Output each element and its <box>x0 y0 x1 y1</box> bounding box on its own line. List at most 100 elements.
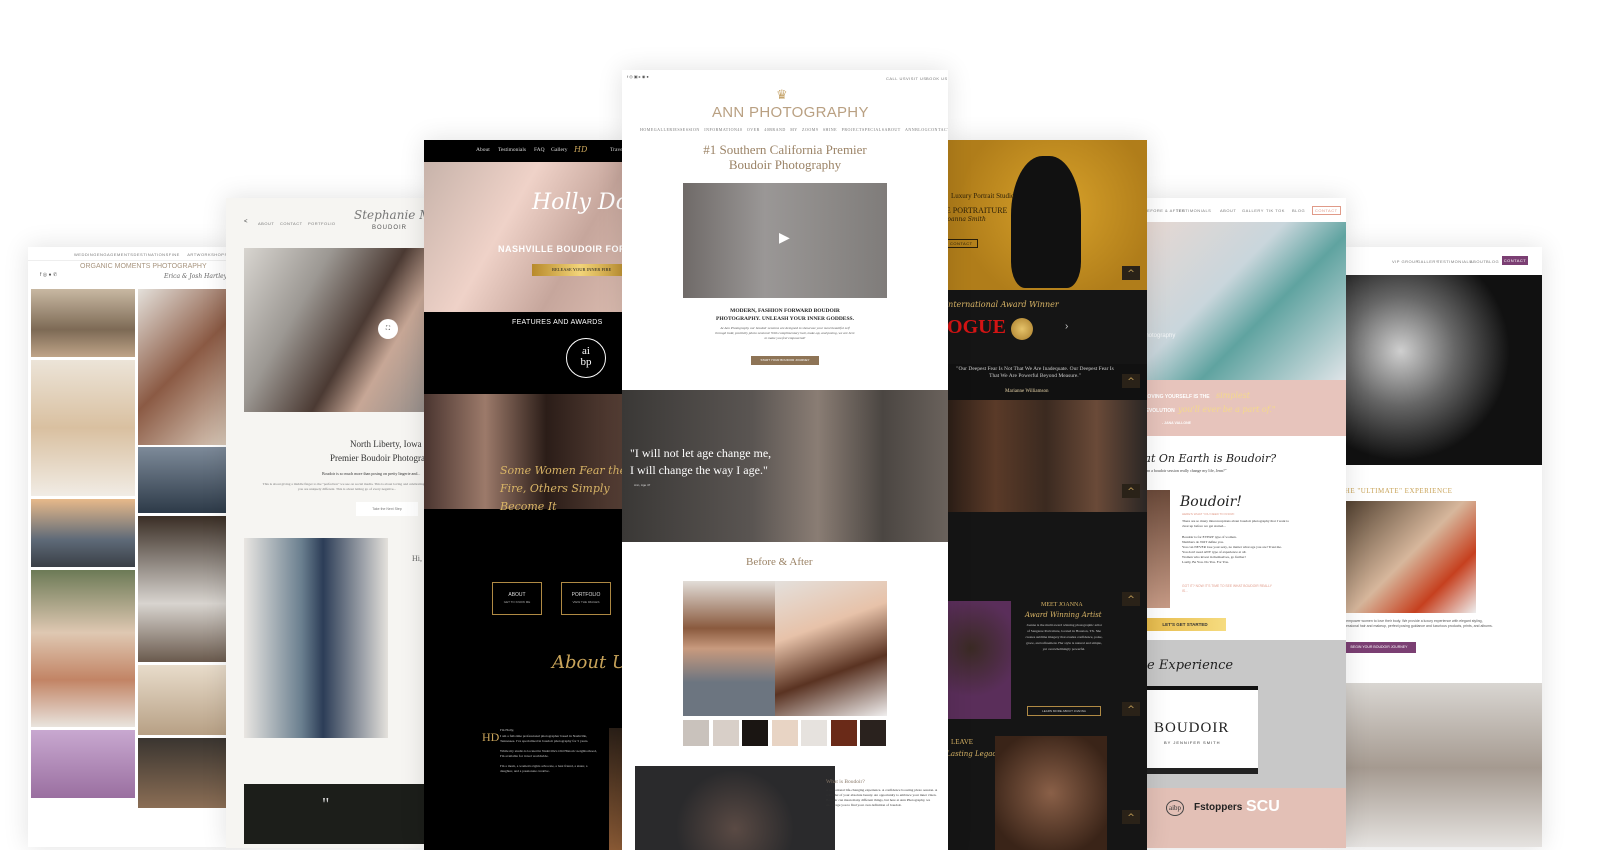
learn-more-button[interactable]: LEARN MORE ABOUT JOANNA <box>1027 706 1101 716</box>
nav-about[interactable]: ABOUT <box>258 221 274 226</box>
site1-nav-item-0[interactable]: WEDDING <box>74 252 97 257</box>
contact-button[interactable]: CONTACT <box>945 239 978 248</box>
photo-beach-walk <box>138 665 226 735</box>
nav-about[interactable]: ABOUT <box>1220 208 1236 213</box>
site-preview-jennifer-smith[interactable]: BEFORE & AFTER TESTIMONIALS ABOUT GALLER… <box>1140 198 1346 848</box>
main-nav[interactable]: HOMEGALLERIESSESSION INFORMATION40 OVER … <box>640 127 948 132</box>
hero-button[interactable]: RELEASE YOUR INNER FIRE <box>532 264 628 276</box>
scroll-up-icon[interactable]: ^ <box>1122 484 1140 498</box>
hero-logo: Holly Douglas Boudoir <box>532 190 628 215</box>
nav-testimonials[interactable]: Testimonials <box>498 147 526 153</box>
monogram: HD <box>482 730 500 744</box>
portfolio-button[interactable]: PORTFOLIO VIEW THE IMAGES <box>561 582 611 615</box>
page-title: #1 Southern California Premier Boudoir P… <box>622 142 948 172</box>
site-preview-holly-douglas[interactable]: About Testimonials FAQ Gallery HD Travel… <box>424 140 628 850</box>
meet-script: Award Winning Artist <box>1025 611 1102 619</box>
about-button[interactable]: ABOUT GET TO KNOW ME <box>492 582 542 615</box>
site-preview-ann-photography[interactable]: f ◎ ▣ ▸ ◉ ● CALL US VISIT US BOOK US ♛ A… <box>622 70 948 850</box>
scroll-up-icon[interactable]: ^ <box>1122 702 1140 716</box>
expand-icon[interactable]: ⛶ <box>378 319 398 339</box>
site4-nav-item-9[interactable]: CONTACT <box>928 127 948 132</box>
site1-nav-item-4[interactable]: WORKSHOPS <box>197 252 228 257</box>
nav-tiktok[interactable]: TIK TOK <box>1266 208 1285 213</box>
photo-couple-dark <box>138 738 226 808</box>
before-after-thumbnail[interactable] <box>683 720 709 746</box>
share-icon[interactable]: < <box>244 219 248 225</box>
social-icons[interactable]: f ◎ ▣ ▸ ◉ ● <box>627 74 649 79</box>
nav-about[interactable]: About <box>476 147 490 153</box>
site1-nav-item-3[interactable]: FINE ART <box>169 252 197 257</box>
legacy-photo <box>995 736 1107 850</box>
site7-nav-about[interactable]: ABOUT <box>1470 259 1486 264</box>
before-after-thumbnail[interactable] <box>771 720 798 746</box>
site-preview-stephanie-marie[interactable]: < ABOUT CONTACT PORTFOLIO Stephanie Mari… <box>226 198 436 848</box>
site7-contact-button[interactable]: CONTACT <box>1502 256 1528 265</box>
watermark: photography <box>1142 333 1176 339</box>
site7-nav-blog[interactable]: BLOG <box>1486 259 1499 264</box>
nav-logo[interactable]: HD <box>574 145 587 154</box>
visit-us-link[interactable]: VISIT US <box>906 76 927 81</box>
nav-contact[interactable]: CONTACT <box>1312 206 1341 215</box>
what-title: What On Earth is Boudoir? <box>1140 452 1277 465</box>
meet-body: Joanna is the multi award winning photog… <box>1025 623 1103 651</box>
site4-nav-item-6[interactable]: SPECIALS <box>862 127 884 132</box>
site1-nav: WEDDINGENGAGEMENTSDESTINATIONSFINE ARTWO… <box>28 247 238 261</box>
site-preview-sangaree[interactable]: Luxury Portrait Studio FINE PORTRAITURE … <box>945 140 1147 850</box>
site7-nav-testimonials[interactable]: TESTIMONIALS <box>1437 259 1472 264</box>
begin-journey-button[interactable]: BEGIN YOUR BOUDOIR JOURNEY <box>1342 642 1416 653</box>
scroll-up-icon[interactable]: ^ <box>1122 374 1140 388</box>
site4-nav-item-8[interactable]: BLOG <box>915 127 928 132</box>
start-journey-button[interactable]: START YOUR BOUDOIR JOURNEY <box>751 356 819 365</box>
site4-nav-item-4[interactable]: BRAND MY ZOOM <box>769 127 816 132</box>
site4-nav-item-0[interactable]: HOME <box>640 127 654 132</box>
photo-beach-couple <box>31 289 135 357</box>
play-icon[interactable]: ▶ <box>779 230 790 246</box>
nav-contact[interactable]: CONTACT <box>280 221 303 226</box>
crown-logo-icon: ♛ <box>776 87 788 102</box>
call-us-link[interactable]: CALL US <box>886 76 906 81</box>
social-icons[interactable]: f ◎ ● ✆ <box>40 272 57 278</box>
nav-blog[interactable]: BLOG <box>1292 208 1305 213</box>
nav-faq[interactable]: FAQ <box>534 147 545 153</box>
next-step-button[interactable]: Take the Next Step <box>356 502 418 516</box>
site-preview-organic-moments[interactable]: WEDDINGENGAGEMENTSDESTINATIONSFINE ARTWO… <box>28 247 238 847</box>
site1-nav-item-1[interactable]: ENGAGEMENTS <box>97 252 134 257</box>
before-after-thumbnail[interactable] <box>860 720 886 746</box>
site-preview-ultimate-experience[interactable]: VIP GROUP GALLERY TESTIMONIALS ABOUT BLO… <box>1340 247 1542 847</box>
before-after-thumbnail[interactable] <box>742 720 768 746</box>
experience-video[interactable] <box>1340 501 1476 613</box>
scroll-up-icon[interactable]: ^ <box>1122 592 1140 606</box>
site4-nav-item-7[interactable]: ABOUT ANN <box>884 127 915 132</box>
aibp-badge[interactable]: ai bp <box>566 338 606 378</box>
scroll-up-icon[interactable]: ^ <box>1122 810 1140 824</box>
scroll-up-icon[interactable]: ^ <box>1122 266 1140 280</box>
title-line: #1 Southern California Premier <box>703 142 867 157</box>
nav-gallery[interactable]: Gallery <box>551 147 568 153</box>
nav-testimonials[interactable]: TESTIMONIALS <box>1176 208 1211 213</box>
site4-nav-item-2[interactable]: SESSION INFORMATION <box>680 127 737 132</box>
before-after-thumbnail[interactable] <box>712 720 739 746</box>
after-photo[interactable] <box>775 581 887 716</box>
what-sub: "Can a boudoir session really change my … <box>1142 468 1227 473</box>
get-started-button[interactable]: LET'S GET STARTED <box>1144 618 1226 631</box>
site7-nav-vip[interactable]: VIP GROUP <box>1392 259 1419 264</box>
book-us-link[interactable]: BOOK US <box>926 76 948 81</box>
nav-portfolio[interactable]: PORTFOLIO <box>308 221 336 226</box>
nav-gallery[interactable]: GALLERY <box>1242 208 1264 213</box>
boudoir-intro: There are so many misconceptions about b… <box>1182 519 1290 528</box>
site1-nav-items[interactable]: WEDDINGENGAGEMENTSDESTINATIONSFINE ARTWO… <box>74 252 238 257</box>
site4-nav-item-5[interactable]: 9 SHINE PROJECT <box>816 127 862 132</box>
carousel-next-icon[interactable]: › <box>1065 321 1068 332</box>
before-after-thumbnail[interactable] <box>801 720 827 746</box>
quote-line: "I will not let age change me, <box>630 446 772 460</box>
body-text: This is about giving a middle finger to … <box>262 482 432 491</box>
site4-nav-item-3[interactable]: 40 OVER 40 <box>737 127 769 132</box>
site1-nav-item-2[interactable]: DESTINATIONS <box>133 252 168 257</box>
before-photo[interactable] <box>683 581 775 716</box>
site7-nav-gallery[interactable]: GALLERY <box>1417 259 1439 264</box>
site4-nav-item-1[interactable]: GALLERIES <box>654 127 680 132</box>
quote-text: "Our Deepest Fear Is Not That We Are Ina… <box>956 366 1114 379</box>
bullet: Lastly, Be You. Do You. For You. <box>1182 560 1229 564</box>
experience-video[interactable]: BOUDOIR BY JENNIFER SMITH <box>1140 686 1258 774</box>
before-after-thumbnail[interactable] <box>830 720 857 746</box>
